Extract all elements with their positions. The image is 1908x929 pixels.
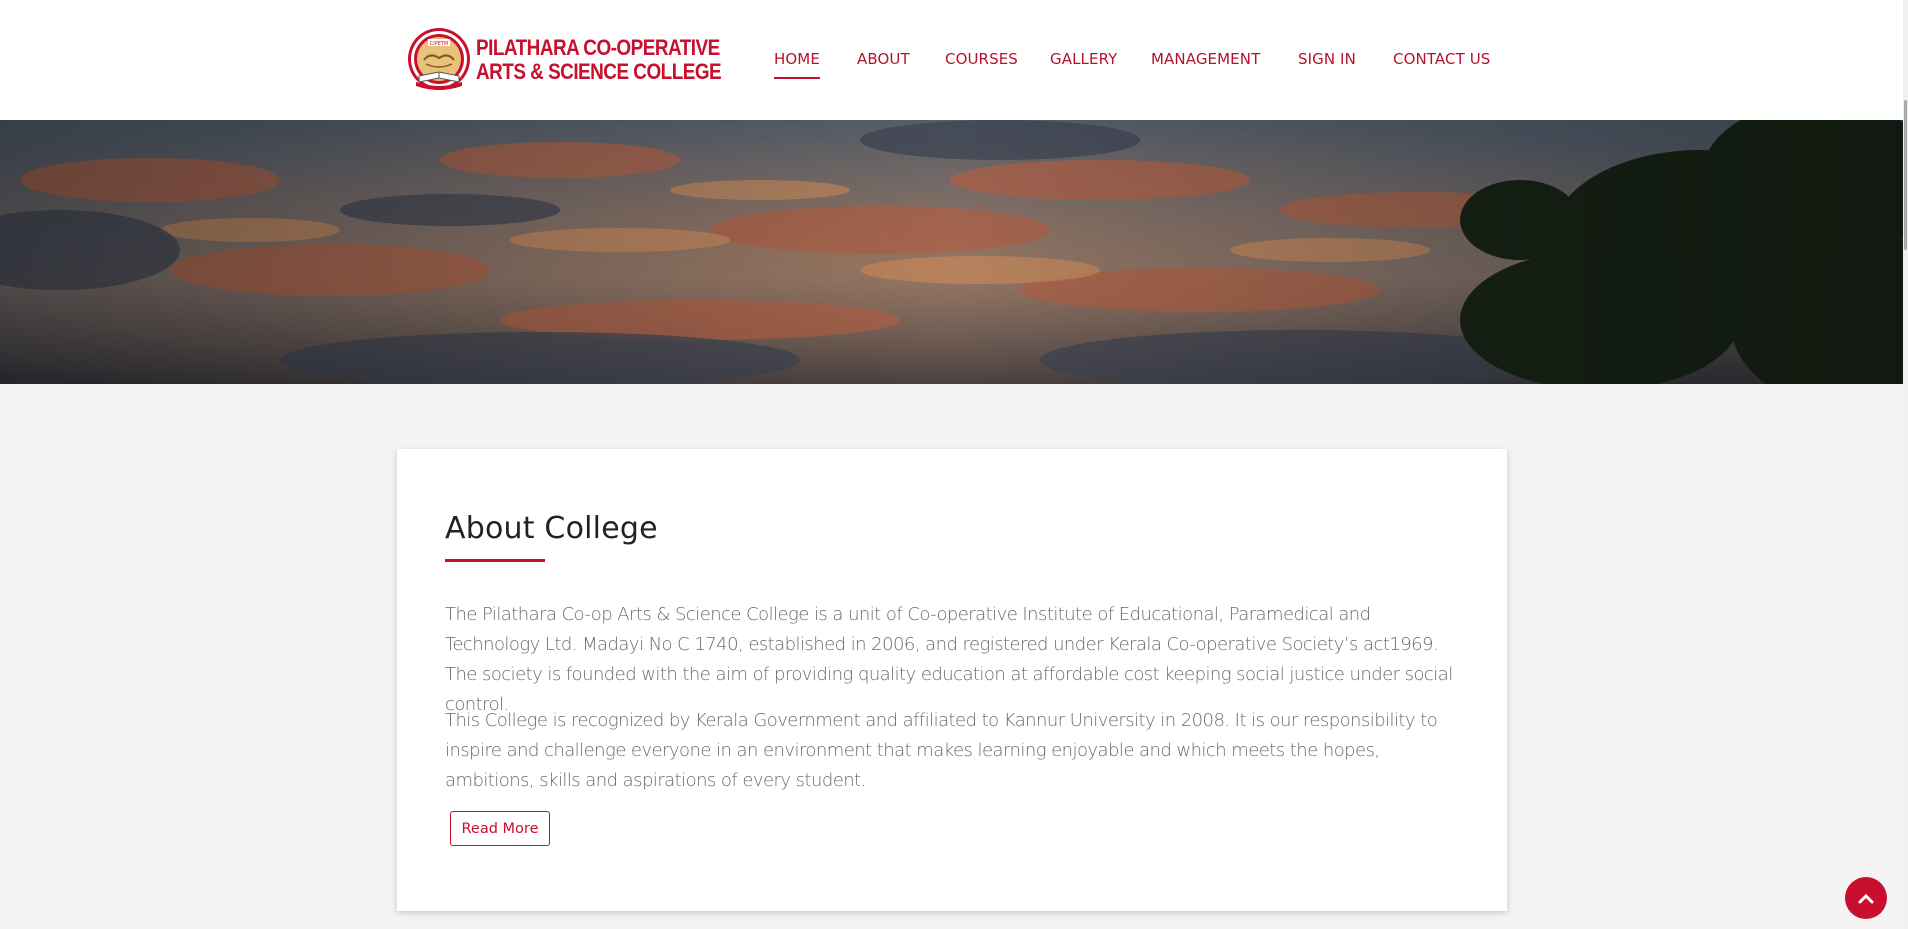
hero-banner	[0, 120, 1903, 384]
about-college-card: About College The Pilathara Co-op Arts &…	[397, 449, 1507, 911]
seal-text: CIPETM	[430, 41, 449, 47]
nav-sign-in[interactable]: SIGN IN	[1298, 50, 1356, 68]
site-header: CIPETM PILATHARA CO-OPERATIVE ARTS & SCI…	[0, 0, 1903, 120]
back-to-top-button[interactable]	[1845, 877, 1887, 919]
site-logo[interactable]: CIPETM PILATHARA CO-OPERATIVE ARTS & SCI…	[406, 26, 761, 94]
nav-gallery[interactable]: GALLERY	[1050, 50, 1117, 68]
college-name-line2: ARTS & SCIENCE COLLEGE	[476, 59, 722, 84]
college-name: PILATHARA CO-OPERATIVE ARTS & SCIENCE CO…	[476, 35, 722, 84]
nav-management[interactable]: MANAGEMENT	[1151, 50, 1260, 68]
read-more-button[interactable]: Read More	[450, 811, 550, 846]
college-seal-icon: CIPETM	[408, 28, 470, 90]
nav-home[interactable]: HOME	[774, 50, 820, 79]
college-name-line1: PILATHARA CO-OPERATIVE	[476, 35, 720, 60]
nav-about[interactable]: ABOUT	[857, 50, 910, 68]
nav-courses[interactable]: COURSES	[945, 50, 1018, 68]
scrollbar-thumb[interactable]	[1904, 100, 1907, 250]
chevron-up-icon	[1858, 893, 1874, 904]
page-scrollbar[interactable]	[1903, 0, 1908, 929]
hero-sunset-image	[0, 120, 1903, 384]
about-paragraph-2: This College is recognized by Kerala Gov…	[445, 710, 1438, 791]
title-underline	[445, 559, 545, 562]
about-paragraph-1: The Pilathara Co-op Arts & Science Colle…	[445, 604, 1453, 715]
nav-contact-us[interactable]: CONTACT US	[1393, 50, 1490, 68]
about-title: About College	[445, 511, 658, 546]
